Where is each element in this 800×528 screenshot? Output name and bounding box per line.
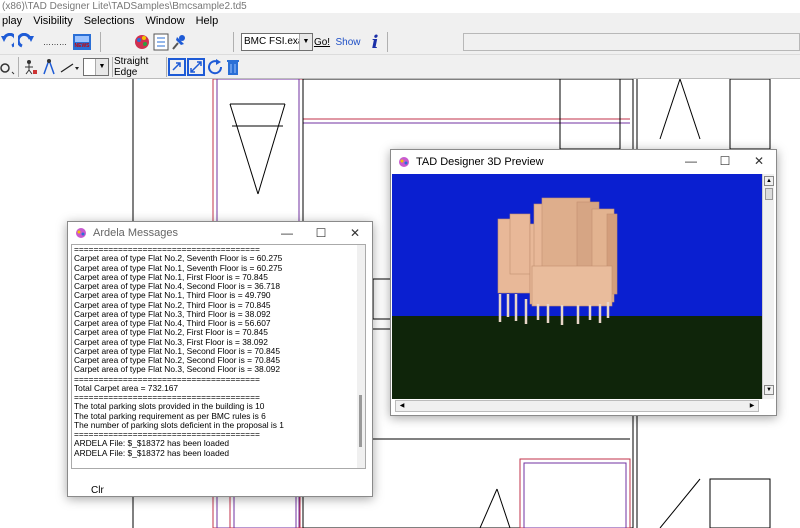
preview-hscroll[interactable]: ◀ ▶ bbox=[395, 400, 759, 412]
clear-button[interactable]: Clr bbox=[91, 485, 104, 496]
compass-icon[interactable] bbox=[40, 58, 58, 76]
scroll-right-icon[interactable]: ▶ bbox=[747, 401, 757, 411]
maximize-icon[interactable]: ☐ bbox=[304, 222, 338, 244]
app-icon bbox=[398, 156, 410, 168]
close-icon[interactable]: ✕ bbox=[742, 150, 776, 172]
resize-icon[interactable] bbox=[187, 58, 205, 76]
scroll-left-icon[interactable]: ◀ bbox=[397, 401, 407, 411]
app-icon bbox=[75, 227, 87, 239]
straight-edge-button[interactable]: Straight Edge bbox=[114, 56, 164, 78]
dotted-line-icon[interactable]: ……… bbox=[40, 35, 70, 49]
brush-icon[interactable] bbox=[0, 58, 16, 76]
pin-icon[interactable] bbox=[170, 32, 188, 52]
info-icon[interactable]: i bbox=[368, 32, 382, 53]
menu-help[interactable]: Help bbox=[196, 13, 219, 29]
messages-list[interactable]: ====================================== Ca… bbox=[71, 244, 366, 469]
news-label: NEWS bbox=[74, 43, 90, 49]
chevron-down-icon[interactable]: ▼ bbox=[299, 34, 312, 50]
checklist-icon[interactable] bbox=[152, 32, 170, 52]
menu-display[interactable]: play bbox=[2, 13, 22, 29]
building-3d-render bbox=[392, 174, 762, 399]
menu-selections[interactable]: Selections bbox=[84, 13, 135, 29]
minimize-icon[interactable]: — bbox=[674, 150, 708, 172]
exa-file-select[interactable]: BMC FSI.exa ▼ bbox=[241, 33, 313, 51]
go-button[interactable]: Go! bbox=[314, 34, 330, 50]
figure-icon[interactable] bbox=[22, 58, 38, 76]
preview-title: TAD Designer 3D Preview bbox=[416, 156, 544, 168]
redo-icon[interactable] bbox=[18, 32, 36, 52]
scroll-down-icon[interactable]: ▼ bbox=[764, 385, 774, 395]
messages-window: Ardela Messages — ☐ ✕ ==================… bbox=[67, 221, 373, 497]
exa-file-value: BMC FSI.exa bbox=[244, 36, 304, 47]
menu-visibility[interactable]: Visibility bbox=[33, 13, 73, 29]
scroll-up-icon[interactable]: ▲ bbox=[764, 176, 774, 186]
scroll-thumb[interactable] bbox=[765, 188, 773, 200]
preview-vscroll[interactable]: ▲ ▼ bbox=[762, 174, 774, 399]
close-icon[interactable]: ✕ bbox=[338, 222, 372, 244]
undo-icon[interactable] bbox=[0, 32, 14, 52]
messages-scrollbar[interactable] bbox=[357, 245, 365, 468]
status-field bbox=[463, 33, 800, 51]
trash-icon[interactable] bbox=[226, 58, 240, 76]
minimize-icon[interactable]: — bbox=[270, 222, 304, 244]
message-line: ARDELA File: $_$18372 has been loaded bbox=[74, 447, 230, 458]
rotate-icon[interactable] bbox=[206, 58, 224, 76]
drawing-toolbar: ▼ Straight Edge bbox=[0, 55, 800, 79]
main-toolbar: ……… NEWS BMC FSI.exa ▼ Go! Show i bbox=[0, 29, 800, 55]
menu-bar: play Visibility Selections Window Help bbox=[0, 13, 800, 29]
app-title: (x86)\TAD Designer Lite\TADSamples\Bmcsa… bbox=[0, 0, 800, 13]
select-move-icon[interactable] bbox=[168, 58, 186, 76]
3d-viewport[interactable] bbox=[392, 174, 762, 399]
show-button[interactable]: Show bbox=[334, 34, 362, 50]
line-tool-icon[interactable] bbox=[59, 58, 81, 76]
palette-icon[interactable] bbox=[132, 32, 152, 52]
menu-window[interactable]: Window bbox=[145, 13, 184, 29]
chevron-down-icon[interactable]: ▼ bbox=[95, 59, 108, 75]
line-style-select[interactable]: ▼ bbox=[83, 58, 109, 76]
preview-window: TAD Designer 3D Preview — ☐ ✕ ▲ ▼ ◀ ▶ bbox=[390, 149, 777, 416]
maximize-icon[interactable]: ☐ bbox=[708, 150, 742, 172]
messages-title: Ardela Messages bbox=[93, 227, 178, 239]
